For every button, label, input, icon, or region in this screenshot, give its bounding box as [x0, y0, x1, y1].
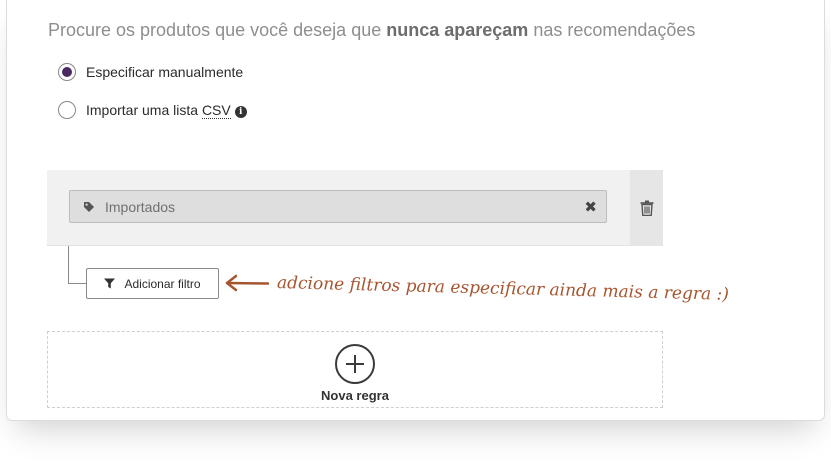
option-manual[interactable]: Especificar manualmente	[58, 63, 243, 81]
arrow-left-icon	[225, 274, 269, 292]
radio-selected-dot	[62, 67, 72, 77]
new-rule-label: Nova regra	[321, 388, 389, 403]
heading-emphasis: nunca apareçam	[386, 20, 529, 40]
info-icon[interactable]: i	[234, 106, 247, 118]
filter-icon	[104, 278, 116, 289]
annotation-text: adcione filtros para especificar ainda m…	[276, 273, 730, 305]
radio-csv[interactable]	[58, 101, 76, 119]
filter-connector-line	[68, 246, 86, 284]
add-filter-label: Adicionar filtro	[124, 276, 201, 291]
tag-icon	[84, 201, 94, 212]
plus-icon	[346, 355, 364, 373]
delete-rule-button[interactable]	[630, 170, 663, 246]
annotation: adcione filtros para especificar ainda m…	[225, 273, 729, 305]
heading-suffix: nas recomendações	[528, 20, 696, 40]
heading-prefix: Procure os produtos que você deseja que	[48, 20, 387, 40]
option-csv-label: Importar uma lista CSV i	[86, 102, 247, 119]
option-csv[interactable]: Importar uma lista CSV i	[58, 101, 247, 119]
tag-chip: Importados ✖	[69, 190, 607, 223]
section-heading: Procure os produtos que você deseja que …	[48, 20, 695, 41]
rule-box: Importados ✖	[47, 170, 663, 246]
radio-manual[interactable]	[58, 63, 76, 81]
new-rule-button[interactable]: Nova regra	[47, 331, 663, 408]
trash-icon	[640, 200, 653, 216]
remove-tag-icon[interactable]: ✖	[584, 198, 597, 216]
rules-card: Procure os produtos que você deseja que …	[6, 0, 825, 421]
option-csv-label-prefix: Importar uma lista	[86, 102, 202, 118]
tag-label: Importados	[105, 198, 176, 215]
add-filter-button[interactable]: Adicionar filtro	[86, 268, 219, 299]
csv-link[interactable]: CSV	[201, 102, 231, 119]
option-manual-label: Especificar manualmente	[86, 64, 244, 80]
plus-circle-icon	[335, 344, 375, 384]
